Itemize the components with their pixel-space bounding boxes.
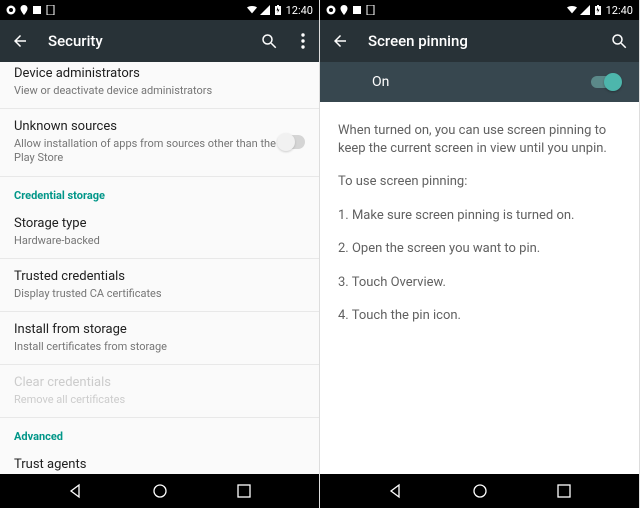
page-title: Screen pinning — [368, 32, 591, 50]
item-device-administrators[interactable]: Device administrators View or deactivate… — [0, 62, 319, 109]
nav-back[interactable] — [385, 481, 405, 501]
description-panel: When turned on, you can use screen pinni… — [320, 102, 639, 474]
location-icon — [339, 5, 349, 15]
notif-icon — [6, 5, 16, 15]
battery-icon — [273, 5, 283, 15]
desc-intro: When turned on, you can use screen pinni… — [338, 122, 621, 157]
status-time: 12:40 — [606, 4, 633, 17]
item-unknown-sources[interactable]: Unknown sources Allow installation of ap… — [0, 109, 319, 176]
desc-step-1: 1. Make sure screen pinning is turned on… — [338, 207, 621, 225]
appbar: Screen pinning — [320, 20, 639, 62]
desc-step-4: 4. Touch the pin icon. — [338, 307, 621, 325]
screen-security: 12:40 Security Device administrators Vie… — [0, 0, 320, 508]
wifi-icon — [247, 5, 257, 15]
location-icon — [19, 5, 29, 15]
item-sub: Hardware-backed — [14, 234, 305, 248]
item-title: Install from storage — [14, 322, 305, 339]
item-sub: Allow installation of apps from sources … — [14, 137, 277, 166]
signal-icon — [580, 5, 590, 15]
toggle-label: On — [340, 74, 591, 90]
status-time: 12:40 — [286, 4, 313, 17]
screenshot-icon — [45, 5, 55, 15]
screenshot-icon — [365, 5, 375, 15]
status-bar: 12:40 — [0, 0, 319, 20]
item-title: Device administrators — [14, 66, 305, 83]
pinning-toggle-row[interactable]: On — [320, 62, 639, 102]
desc-step-2: 2. Open the screen you want to pin. — [338, 240, 621, 258]
notif-icon — [326, 5, 336, 15]
settings-list[interactable]: Device administrators View or deactivate… — [0, 62, 319, 474]
item-sub: Install certificates from storage — [14, 340, 305, 354]
desc-step-3: 3. Touch Overview. — [338, 274, 621, 292]
item-sub: Remove all certificates — [14, 393, 305, 407]
nav-overview[interactable] — [554, 481, 574, 501]
search-button[interactable] — [609, 31, 629, 51]
item-storage-type[interactable]: Storage type Hardware-backed — [0, 206, 319, 259]
item-install-from-storage[interactable]: Install from storage Install certificate… — [0, 312, 319, 365]
toggle-screen-pinning[interactable] — [591, 76, 619, 88]
item-sub: Display trusted CA certificates — [14, 287, 305, 301]
item-title: Trusted credentials — [14, 269, 305, 286]
item-trusted-credentials[interactable]: Trusted credentials Display trusted CA c… — [0, 259, 319, 312]
header-advanced: Advanced — [0, 418, 319, 447]
search-button[interactable] — [259, 31, 279, 51]
sd-icon — [32, 5, 42, 15]
signal-icon — [260, 5, 270, 15]
header-credential-storage: Credential storage — [0, 177, 319, 206]
overflow-button[interactable] — [297, 31, 309, 51]
item-sub: View or deactivate device administrators — [14, 84, 305, 98]
desc-howto: To use screen pinning: — [338, 173, 621, 191]
item-title: Storage type — [14, 216, 305, 233]
nav-overview[interactable] — [234, 481, 254, 501]
item-clear-credentials: Clear credentials Remove all certificate… — [0, 365, 319, 418]
item-title: Unknown sources — [14, 119, 277, 136]
nav-home[interactable] — [150, 481, 170, 501]
nav-home[interactable] — [470, 481, 490, 501]
page-title: Security — [48, 32, 241, 50]
item-title: Trust agents — [14, 457, 305, 474]
toggle-unknown-sources[interactable] — [277, 135, 305, 149]
wifi-icon — [567, 5, 577, 15]
back-button[interactable] — [10, 31, 30, 51]
status-bar: 12:40 — [320, 0, 639, 20]
appbar: Security — [0, 20, 319, 62]
nav-back[interactable] — [65, 481, 85, 501]
sd-icon — [352, 5, 362, 15]
battery-icon — [593, 5, 603, 15]
item-trust-agents[interactable]: Trust agents View or deactivate trust ag… — [0, 447, 319, 474]
back-button[interactable] — [330, 31, 350, 51]
nav-bar — [0, 474, 319, 508]
nav-bar — [320, 474, 639, 508]
screen-pinning: 12:40 Screen pinning On When turned on, … — [320, 0, 640, 508]
item-title: Clear credentials — [14, 375, 305, 392]
